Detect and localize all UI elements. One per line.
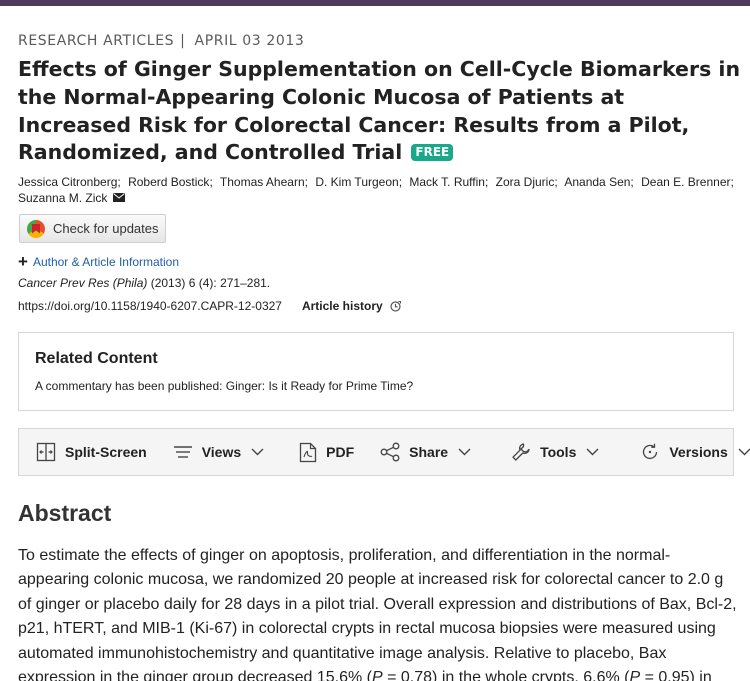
mail-icon[interactable]: [112, 192, 125, 202]
section-label[interactable]: RESEARCH ARTICLES: [18, 33, 174, 49]
split-screen-button[interactable]: Split-Screen: [36, 429, 147, 475]
article-toolbar: Split-Screen Views PDF Share Tools Versi…: [18, 428, 750, 476]
article-history-button[interactable]: Article history: [302, 299, 383, 313]
related-content-panel: Related Content A commentary has been pu…: [18, 332, 734, 411]
author-link[interactable]: Dean E. Brenner: [641, 175, 730, 189]
abstract-heading: Abstract: [18, 500, 112, 526]
versions-dropdown[interactable]: Versions: [640, 429, 750, 475]
pdf-icon: [299, 442, 317, 462]
plus-icon: +: [18, 252, 28, 271]
abstract-text: To estimate the effects of ginger on apo…: [18, 544, 740, 681]
doi-link[interactable]: https://doi.org/10.1158/1940-6207.CAPR-1…: [18, 299, 282, 313]
abstract-body: = 0.95) in: [640, 669, 712, 681]
p-value-symbol: P: [629, 669, 641, 681]
doi-line: https://doi.org/10.1158/1940-6207.CAPR-1…: [18, 299, 402, 313]
p-value-symbol: P: [372, 669, 383, 681]
chevron-down-icon: [251, 448, 264, 456]
publish-date: APRIL 03 2013: [194, 33, 305, 49]
check-for-updates-button[interactable]: Check for updates: [19, 214, 166, 243]
author-info-label: Author & Article Information: [32, 255, 180, 269]
split-screen-label: Split-Screen: [65, 444, 147, 460]
author-link[interactable]: Thomas Ahearn: [220, 175, 305, 189]
pdf-label: PDF: [326, 444, 355, 460]
menu-lines-icon: [173, 446, 192, 458]
related-content-link[interactable]: A commentary has been published: Ginger:…: [35, 379, 413, 393]
author-link[interactable]: Roberd Bostick: [128, 175, 209, 189]
split-screen-icon: [36, 442, 56, 462]
history-icon[interactable]: [389, 300, 402, 313]
author-link[interactable]: Zora Djuric: [496, 175, 555, 189]
author-link[interactable]: D. Kim Turgeon: [315, 175, 398, 189]
abstract-body: = 0.78) in the whole crypts, 6.6% (: [382, 669, 630, 681]
share-icon: [380, 442, 400, 462]
author-link[interactable]: Ananda Sen: [564, 175, 630, 189]
page-title: Effects of Ginger Supplementation on Cel…: [18, 56, 743, 167]
share-dropdown[interactable]: Share: [380, 429, 480, 475]
citation-details: (2013) 6 (4): 271–281.: [147, 276, 271, 290]
citation: Cancer Prev Res (Phila) (2013) 6 (4): 27…: [18, 276, 270, 290]
versions-label: Versions: [669, 444, 728, 460]
share-label: Share: [409, 444, 449, 460]
wrench-icon: [512, 443, 530, 461]
crossmark-icon: [27, 219, 45, 238]
versions-icon: [643, 443, 658, 460]
author-article-info-toggle[interactable]: + Author & Article Information: [18, 252, 180, 271]
chevron-down-icon: [458, 448, 471, 456]
views-dropdown[interactable]: Views: [173, 429, 273, 475]
article-kicker: RESEARCH ARTICLES | APRIL 03 2013: [18, 33, 304, 49]
views-label: Views: [201, 444, 242, 460]
author-link[interactable]: Suzanna M. Zick: [18, 191, 107, 205]
check-updates-label: Check for updates: [53, 221, 159, 236]
abstract-body: To estimate the effects of ginger on apo…: [18, 547, 737, 681]
chevron-down-icon: [738, 448, 750, 456]
chevron-down-icon: [586, 448, 599, 456]
kicker-separator: |: [180, 33, 186, 49]
related-content-heading: Related Content: [35, 350, 158, 367]
pdf-button[interactable]: PDF: [299, 429, 354, 475]
author-list: Jessica Citronberg; Roberd Bostick; Thom…: [18, 175, 734, 205]
tools-label: Tools: [540, 444, 577, 460]
author-link[interactable]: Mack T. Ruffin: [409, 175, 485, 189]
journal-name: Cancer Prev Res (Phila): [18, 276, 148, 290]
free-badge: FREE: [411, 144, 454, 162]
article-title: Effects of Ginger Supplementation on Cel…: [18, 57, 741, 165]
top-accent-bar: [0, 0, 750, 6]
tools-dropdown[interactable]: Tools: [511, 429, 608, 475]
author-link[interactable]: Jessica Citronberg: [18, 175, 117, 189]
